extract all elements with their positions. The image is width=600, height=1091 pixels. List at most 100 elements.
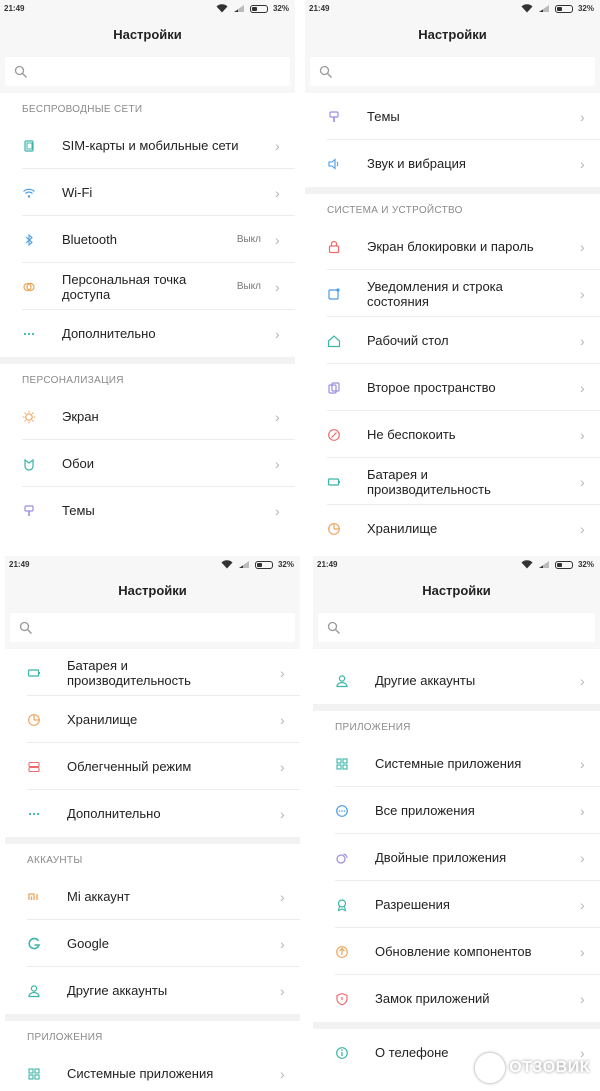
settings-item-bluetooth[interactable]: Bluetooth Выкл › [0,216,295,263]
settings-item-notifications[interactable]: Уведомления и строка состояния › [305,270,600,317]
settings-item-other-accounts[interactable]: Другие аккаунты › [313,657,600,704]
settings-item-dual-apps[interactable]: Двойные приложения › [313,834,600,881]
settings-item-all-apps[interactable]: Все приложения › [313,787,600,834]
settings-item-label: Темы [367,109,400,124]
chevron-right-icon: › [280,711,285,728]
settings-item-sound[interactable]: Звук и вибрация › [305,140,600,187]
section-header-personalization: ПЕРСОНАЛИЗАЦИЯ [22,375,124,386]
status-time: 21:49 [4,4,25,13]
brush-icon [24,504,34,516]
chevron-right-icon: › [275,408,280,425]
update-icon [336,945,348,958]
settings-item-themes[interactable]: Темы › [0,487,295,534]
wifi-status-icon [521,560,533,569]
chevron-right-icon: › [580,238,585,255]
wifi-status-icon [521,4,533,13]
settings-item-label: Дополнительно [67,806,161,821]
settings-item-label: Разрешения [375,897,450,912]
apps-grid-icon [336,757,348,770]
settings-item-label: Облегченный режим [67,759,192,774]
search-bar[interactable] [318,613,595,642]
settings-item-more[interactable]: Дополнительно › [0,310,295,357]
settings-item-wifi[interactable]: Wi-Fi › [0,169,295,216]
pie-chart-icon [328,522,340,535]
chevron-right-icon: › [280,1065,285,1082]
section-divider [0,357,295,364]
battery-icon [27,668,40,677]
search-icon [19,621,32,634]
permissions-icon [337,898,347,911]
chevron-right-icon: › [280,664,285,681]
section-header-apps: ПРИЛОЖЕНИЯ [27,1032,103,1043]
settings-item-permissions[interactable]: Разрешения › [313,881,600,928]
settings-item-system-apps[interactable]: Системные приложения › [5,1050,300,1091]
hotspot-status-value: Выкл [236,281,261,292]
chevron-right-icon: › [280,935,285,952]
bluetooth-status-value: Выкл [236,234,261,245]
battery-icon [254,560,273,569]
battery-percent: 32% [577,560,594,569]
settings-item-lite-mode[interactable]: Облегченный режим › [5,743,300,790]
more-dots-icon [23,332,35,335]
wifi-status-icon [221,560,233,569]
settings-item-label: Wi-Fi [62,185,93,200]
settings-item-more[interactable]: Дополнительно › [5,790,300,837]
battery-percent: 32% [272,4,289,13]
watermark-logo-icon [475,1053,506,1083]
search-bar[interactable] [5,57,290,86]
chevron-right-icon: › [580,990,585,1007]
settings-item-lockscreen[interactable]: Экран блокировки и пароль › [305,223,600,270]
search-input[interactable] [347,620,587,635]
sim-card-icon [24,139,34,152]
settings-screen-2: 21:49 32% Настройки Темы › Звук и вибрац… [305,0,600,540]
chevron-right-icon: › [280,805,285,822]
status-bar: 21:49 32% [305,0,600,17]
settings-item-label: Обои [62,456,95,471]
settings-item-label: Звук и вибрация [367,156,466,171]
settings-item-hotspot[interactable]: Персональная точка доступа Выкл › [0,263,295,310]
settings-item-app-lock[interactable]: Замок приложений › [313,975,600,1022]
flower-icon [24,458,34,471]
do-not-disturb-icon [328,428,340,441]
search-input[interactable] [34,64,274,79]
settings-item-display[interactable]: Экран › [0,393,295,440]
status-bar: 21:49 32% [5,556,300,573]
section-header-accounts: АККАУНТЫ [27,855,83,866]
settings-item-themes[interactable]: Темы › [305,93,600,140]
search-bar[interactable] [10,613,295,642]
search-icon [327,621,340,634]
settings-item-sim[interactable]: SIM-карты и мобильные сети › [0,122,295,169]
settings-item-desktop[interactable]: Рабочий стол › [305,317,600,364]
settings-item-wallpaper[interactable]: Обои › [0,440,295,487]
settings-item-mi-account[interactable]: Mi аккаунт › [5,873,300,920]
settings-item-system-apps[interactable]: Системные приложения › [313,740,600,787]
settings-item-label: Другие аккаунты [67,983,168,998]
settings-item-storage[interactable]: Хранилище › [5,696,300,743]
settings-item-battery[interactable]: Батарея и производительность › [5,649,300,696]
settings-item-storage[interactable]: Хранилище › [305,505,600,540]
chevron-right-icon: › [275,455,280,472]
status-time: 21:49 [317,560,338,569]
settings-item-updates[interactable]: Обновление компонентов › [313,928,600,975]
settings-item-label: Системные приложения [67,1066,214,1081]
settings-screen-3: 21:49 32% Настройки Батарея и производите… [5,556,300,1091]
search-input[interactable] [39,620,279,635]
settings-item-label-line2: состояния [367,293,429,309]
settings-item-label-line2: производительность [67,672,191,688]
settings-item-second-space[interactable]: Второе пространство › [305,364,600,411]
section-header-apps: ПРИЛОЖЕНИЯ [335,722,411,733]
battery-icon [249,4,268,13]
lock-icon [328,240,340,253]
signal-icon [238,561,249,568]
settings-item-other-accounts[interactable]: Другие аккаунты › [5,967,300,1014]
settings-item-battery[interactable]: Батарея и производительность › [305,458,600,505]
chevron-right-icon: › [580,473,585,490]
settings-item-dnd[interactable]: Не беспокоить › [305,411,600,458]
page-title: Настройки [0,17,295,52]
settings-item-label: Mi аккаунт [67,889,130,904]
chevron-right-icon: › [275,502,280,519]
settings-item-google[interactable]: Google › [5,920,300,967]
chevron-right-icon: › [580,896,585,913]
search-bar[interactable] [310,57,595,86]
search-input[interactable] [339,64,579,79]
